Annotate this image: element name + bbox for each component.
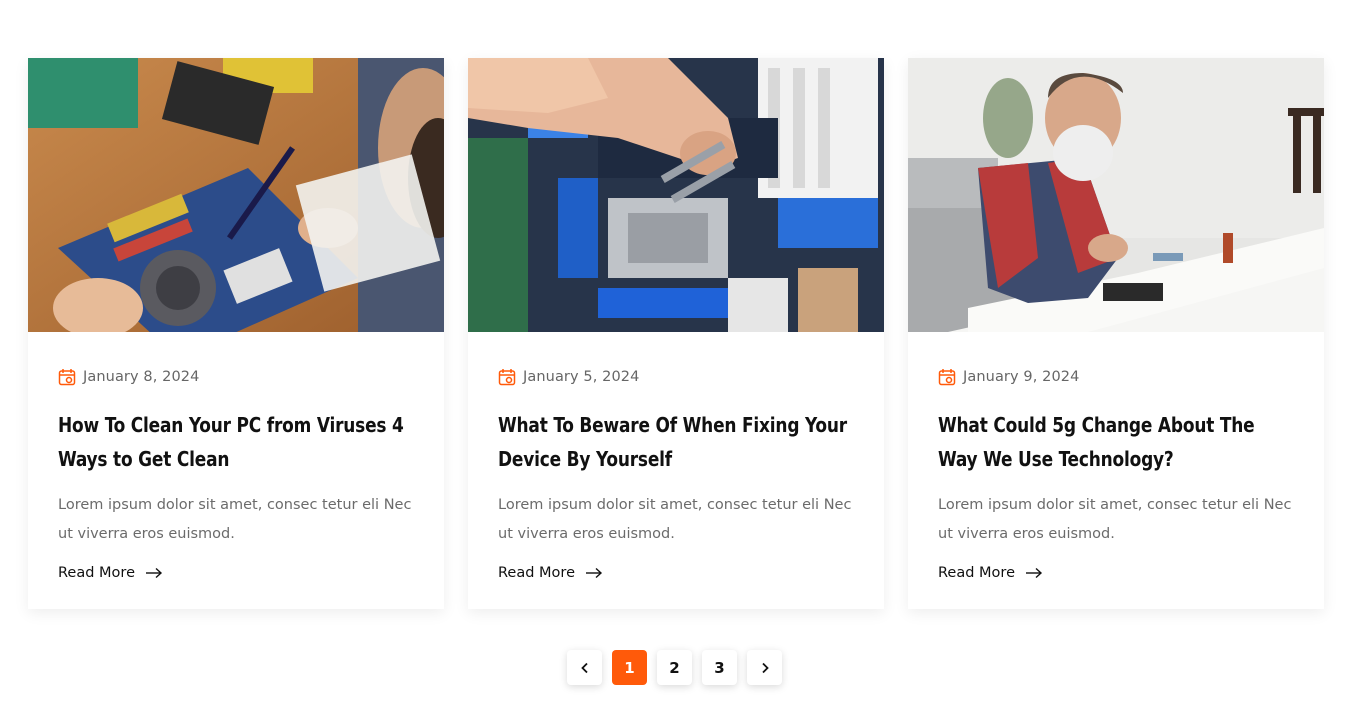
- post-image: [28, 58, 444, 332]
- post-title[interactable]: How To Clean Your PC from Viruses 4 Ways…: [58, 408, 417, 476]
- calendar-icon: [938, 368, 956, 386]
- post-thumbnail[interactable]: [908, 58, 1324, 332]
- read-more-label: Read More: [498, 565, 575, 581]
- read-more-link[interactable]: Read More: [58, 565, 163, 581]
- page-button-1[interactable]: 1: [612, 650, 647, 685]
- next-page-button[interactable]: [747, 650, 782, 685]
- post-date: January 5, 2024: [523, 369, 640, 385]
- post-title[interactable]: What Could 5g Change About The Way We Us…: [938, 408, 1297, 476]
- arrow-right-icon: [585, 567, 603, 579]
- calendar-icon: [498, 368, 516, 386]
- post-image: [468, 58, 884, 332]
- blog-grid: January 8, 2024 How To Clean Your PC fro…: [28, 58, 1324, 609]
- prev-page-button[interactable]: [567, 650, 602, 685]
- arrow-right-icon: [1025, 567, 1043, 579]
- post-excerpt: Lorem ipsum dolor sit amet, consec tetur…: [58, 497, 412, 542]
- page-button-2[interactable]: 2: [657, 650, 692, 685]
- post-excerpt: Lorem ipsum dolor sit amet, consec tetur…: [498, 497, 852, 542]
- blog-card: January 5, 2024 What To Beware Of When F…: [468, 58, 884, 609]
- post-excerpt: Lorem ipsum dolor sit amet, consec tetur…: [938, 497, 1292, 542]
- read-more-label: Read More: [58, 565, 135, 581]
- page-button-3[interactable]: 3: [702, 650, 737, 685]
- read-more-label: Read More: [938, 565, 1015, 581]
- post-date: January 8, 2024: [83, 369, 200, 385]
- blog-card: January 8, 2024 How To Clean Your PC fro…: [28, 58, 444, 609]
- chevron-right-icon: [761, 662, 769, 673]
- post-date: January 9, 2024: [963, 369, 1080, 385]
- read-more-link[interactable]: Read More: [938, 565, 1043, 581]
- post-image: [908, 58, 1324, 332]
- blog-card: January 9, 2024 What Could 5g Change Abo…: [908, 58, 1324, 609]
- read-more-link[interactable]: Read More: [498, 565, 603, 581]
- calendar-icon: [58, 368, 76, 386]
- pagination: 1 2 3: [567, 650, 782, 685]
- post-title[interactable]: What To Beware Of When Fixing Your Devic…: [498, 408, 857, 476]
- post-thumbnail[interactable]: [468, 58, 884, 332]
- post-thumbnail[interactable]: [28, 58, 444, 332]
- arrow-right-icon: [145, 567, 163, 579]
- chevron-left-icon: [580, 662, 588, 673]
